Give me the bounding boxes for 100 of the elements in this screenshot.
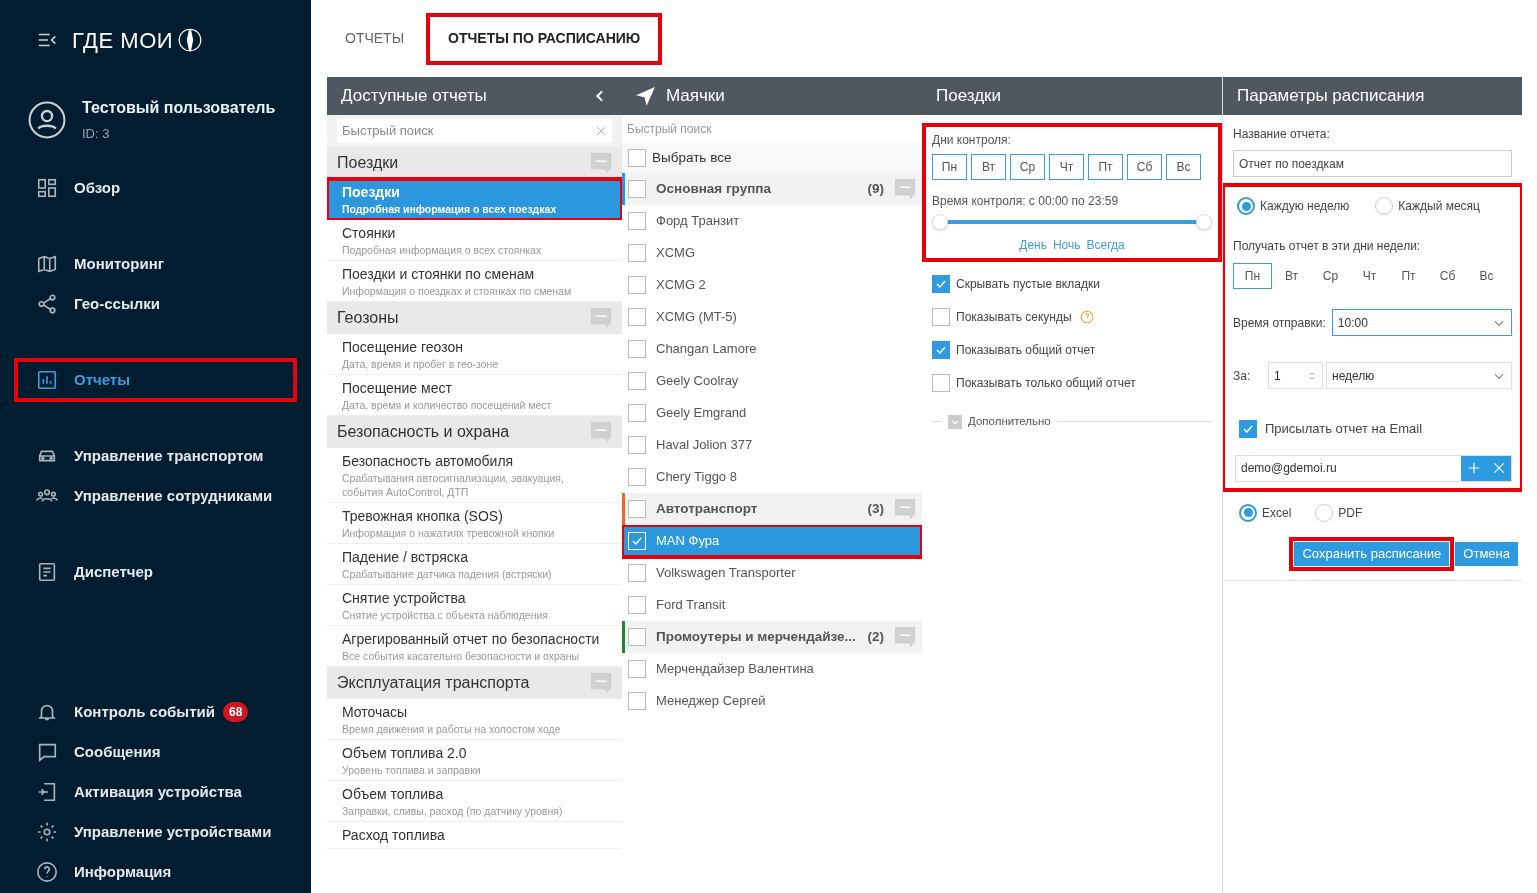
tracker-item[interactable]: XCMG 2 (622, 269, 922, 301)
checkbox-label: Показывать общий отчет (956, 342, 1096, 359)
checkbox[interactable] (628, 212, 646, 230)
day-button[interactable]: Сб (1127, 154, 1162, 180)
checkbox[interactable] (628, 340, 646, 358)
nav-item[interactable]: Контроль событий 68 (0, 692, 311, 732)
report-title: Моточасы (342, 703, 409, 722)
expand-toggle[interactable] (948, 414, 962, 429)
day-button[interactable]: Чт (1049, 154, 1084, 180)
slider-handle[interactable] (1196, 214, 1212, 230)
day-button[interactable]: Чт (1350, 263, 1389, 289)
compass-icon (177, 27, 204, 53)
search-field[interactable]: Быстрый поиск (337, 119, 612, 143)
tracker-item[interactable]: Chery Tiggo 8 (622, 461, 922, 493)
checkbox[interactable] (932, 374, 950, 392)
day-button[interactable]: Вс (1166, 154, 1201, 180)
nav-item[interactable]: Отчеты (16, 360, 295, 400)
checkbox[interactable] (628, 436, 646, 454)
nav-item[interactable]: Сообщения (0, 732, 311, 772)
nav-item[interactable]: Активация устройства (0, 772, 311, 812)
day-button[interactable]: Пн (1233, 263, 1272, 289)
section-label: Дополнительно (968, 414, 1051, 429)
radio-button[interactable] (1239, 503, 1257, 522)
nav-item[interactable]: Диспетчер (16, 552, 295, 592)
report-description: Срабатывания автосигнализации, эвакуация, события AutoControl, ДТП (342, 471, 565, 499)
checkbox[interactable] (628, 404, 646, 422)
radio-label: Каждый месяц (1398, 198, 1480, 215)
map-icon (36, 253, 58, 275)
checkbox[interactable] (628, 149, 646, 167)
report-name-field[interactable]: Отчет по поездкам (1233, 150, 1512, 177)
tracker-item[interactable]: Haval Jolion 377 (622, 429, 922, 461)
tracker-item[interactable]: Geely Coolray (622, 365, 922, 397)
group-header[interactable]: Поездки (327, 147, 622, 179)
checkbox[interactable] (1239, 419, 1257, 438)
tab[interactable]: ОТЧЕТЫ ПО РАСПИСАНИЮ (428, 14, 661, 63)
group-header[interactable]: Автотранспорт (3) (622, 493, 922, 525)
nav-item[interactable]: Информация (0, 852, 311, 892)
checkbox[interactable] (628, 276, 646, 294)
collapse-icon (590, 307, 612, 329)
day-button[interactable]: Пт (1389, 263, 1428, 289)
group-header[interactable]: Безопасность и охрана (327, 416, 622, 448)
nav-item[interactable]: Гео-ссылки (16, 284, 295, 324)
group-header[interactable]: Геозоны (327, 302, 622, 334)
checkbox[interactable] (628, 372, 646, 390)
report-description: Дата, время и количество посещений мест (342, 398, 553, 412)
number-field[interactable]: 1 (1268, 362, 1323, 389)
checkbox[interactable] (628, 244, 646, 262)
collapse-icon (590, 421, 612, 443)
checkbox[interactable] (628, 564, 646, 582)
checkbox[interactable] (628, 468, 646, 486)
checkbox-label: Присылать отчет на Email (1265, 420, 1423, 438)
checkbox[interactable] (628, 500, 646, 518)
close-icon (1491, 461, 1506, 475)
checkbox[interactable] (932, 341, 950, 359)
time-select[interactable]: 10:00 (1331, 309, 1512, 336)
nav-item[interactable]: Управление сотрудниками (16, 476, 295, 516)
tracker-item[interactable]: Changan Lamore (622, 333, 922, 365)
tab[interactable]: ОТЧЕТЫ (325, 14, 425, 63)
radio-button[interactable] (1237, 197, 1255, 215)
day-button[interactable]: Вт (971, 154, 1006, 180)
add-button[interactable] (1461, 455, 1486, 481)
slider[interactable] (932, 212, 1212, 232)
checkbox[interactable] (628, 692, 646, 710)
tracker-item[interactable]: Форд Транзит (622, 205, 922, 237)
tracker-item[interactable]: Менеджер Сергей (622, 685, 922, 717)
day-button[interactable]: Вс (1467, 263, 1506, 289)
day-button[interactable]: Ср (1311, 263, 1350, 289)
remove-button[interactable] (1486, 455, 1511, 481)
report-title: Агрегированный отчет по безопасности (342, 630, 601, 649)
tracker-item[interactable]: Geely Emgrand (622, 397, 922, 429)
nav-item[interactable]: Мониторинг (16, 244, 295, 284)
tracker-item[interactable]: XCMG (622, 237, 922, 269)
group-header[interactable]: Основная группа (9) (622, 173, 922, 205)
checkbox-label: Показывать секунды (956, 309, 1072, 326)
checkbox[interactable] (628, 660, 646, 678)
group-header[interactable]: Эксплуатация транспорта (327, 667, 622, 699)
day-button[interactable]: Пн (932, 154, 967, 180)
checkbox[interactable] (628, 308, 646, 326)
day-button[interactable]: Ср (1010, 154, 1045, 180)
day-button[interactable]: Сб (1428, 263, 1467, 289)
checkbox[interactable] (932, 308, 950, 326)
tracker-item[interactable]: XCMG (MT-5) (622, 301, 922, 333)
checkbox[interactable] (628, 628, 646, 646)
checkbox[interactable] (932, 275, 950, 293)
checkbox[interactable] (628, 596, 646, 614)
nav-item[interactable]: Управление устройствами (0, 812, 311, 852)
slider-handle[interactable] (932, 214, 948, 230)
email-input[interactable]: demo@gdemoi.ru (1236, 455, 1461, 481)
group-header[interactable]: Промоутеры и мерчендайзе... (2) (622, 621, 922, 653)
email-field[interactable]: demo@gdemoi.ru (1235, 454, 1512, 482)
help-icon (36, 861, 58, 883)
tracker-item[interactable]: Мерчендайзер Валентина (622, 653, 922, 685)
checkbox[interactable] (628, 180, 646, 198)
nav-item[interactable]: Управление транспортом (16, 436, 295, 476)
tracker-item[interactable]: Ford Transit (622, 589, 922, 621)
nav-item[interactable]: Обзор (16, 168, 295, 208)
day-button[interactable]: Пт (1088, 154, 1123, 180)
day-button[interactable]: Вт (1272, 263, 1311, 289)
unit-select[interactable]: неделю (1326, 362, 1512, 389)
tracker-item[interactable]: Volkswagen Transporter (622, 557, 922, 589)
